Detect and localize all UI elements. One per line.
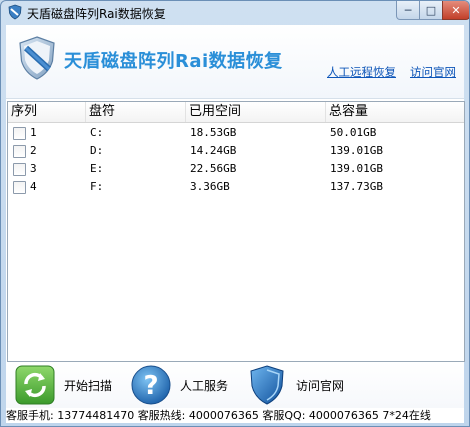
row-index: 4 — [30, 180, 37, 193]
manual-service-button[interactable]: ? 人工服务 — [130, 364, 242, 406]
row-used: 18.53GB — [190, 126, 237, 139]
status-bar: 客服手机: 13774481470 客服热线: 4000076365 客服QQ:… — [6, 409, 464, 423]
row-checkbox[interactable] — [13, 181, 26, 194]
row-used: 3.36GB — [190, 180, 230, 193]
column-header-index[interactable]: 序列 — [8, 102, 86, 122]
remote-recovery-link[interactable]: 人工远程恢复 — [327, 64, 396, 80]
row-index: 1 — [30, 126, 37, 139]
minimize-icon: ─ — [404, 3, 412, 17]
close-button[interactable]: ✕ — [442, 1, 469, 20]
row-index: 3 — [30, 162, 37, 175]
client-area: 天盾磁盘阵列Rai数据恢复 人工远程恢复 访问官网 序列 盘符 已用空间 总容量… — [6, 25, 465, 423]
support-hotline: 客服热线: 4000076365 — [137, 409, 259, 422]
start-scan-label: 开始扫描 — [64, 379, 113, 393]
row-checkbox[interactable] — [13, 145, 26, 158]
official-site-link[interactable]: 访问官网 — [410, 64, 456, 80]
column-header-used[interactable]: 已用空间 — [186, 102, 326, 122]
action-bar: 开始扫描 ? 人工服务 访问官网 — [6, 362, 464, 408]
list-header: 序列 盘符 已用空间 总容量 — [8, 102, 464, 123]
row-total: 139.01GB — [330, 162, 383, 175]
table-row[interactable]: 1 C: 18.53GB 50.01GB — [8, 124, 464, 142]
svg-text:?: ? — [143, 371, 158, 401]
title-bar[interactable]: 天盾磁盘阵列Rai数据恢复 ─ □ ✕ — [1, 1, 469, 25]
support-phone: 客服手机: 13774481470 — [6, 409, 135, 422]
row-drive: E: — [90, 162, 104, 175]
maximize-icon: □ — [425, 3, 437, 17]
question-icon: ? — [131, 365, 171, 405]
row-index: 2 — [30, 144, 37, 157]
manual-service-label: 人工服务 — [180, 379, 229, 393]
start-scan-button[interactable]: 开始扫描 — [14, 364, 126, 406]
table-row[interactable]: 2 D: 14.24GB 139.01GB — [8, 142, 464, 160]
row-used: 22.56GB — [190, 162, 237, 175]
row-total: 137.73GB — [330, 180, 383, 193]
app-header: 天盾磁盘阵列Rai数据恢复 人工远程恢复 访问官网 — [6, 25, 464, 99]
row-total: 139.01GB — [330, 144, 383, 157]
shield-icon — [250, 365, 284, 405]
window-title: 天盾磁盘阵列Rai数据恢复 — [27, 7, 166, 21]
table-row[interactable]: 4 F: 3.36GB 137.73GB — [8, 178, 464, 196]
shield-logo-icon — [19, 36, 55, 80]
row-drive: D: — [90, 144, 104, 157]
column-header-drive[interactable]: 盘符 — [86, 102, 186, 122]
app-window: 天盾磁盘阵列Rai数据恢复 ─ □ ✕ 天盾磁盘阵列Rai数据恢复 人工远程恢复… — [0, 0, 470, 427]
maximize-button[interactable]: □ — [419, 1, 443, 20]
column-header-total[interactable]: 总容量 — [326, 102, 464, 122]
visit-site-button[interactable]: 访问官网 — [246, 364, 358, 406]
row-total: 50.01GB — [330, 126, 377, 139]
minimize-button[interactable]: ─ — [396, 1, 420, 20]
table-row[interactable]: 3 E: 22.56GB 139.01GB — [8, 160, 464, 178]
disk-list: 序列 盘符 已用空间 总容量 1 C: 18.53GB 50.01GB 2 D:… — [7, 101, 465, 362]
row-used: 14.24GB — [190, 144, 237, 157]
app-title: 天盾磁盘阵列Rai数据恢复 — [64, 51, 283, 72]
close-icon: ✕ — [451, 3, 461, 17]
row-checkbox[interactable] — [13, 127, 26, 140]
app-shield-icon — [8, 4, 22, 20]
refresh-icon — [15, 365, 55, 405]
support-qq: 客服QQ: 4000076365 7*24在线 — [262, 409, 431, 422]
visit-site-label: 访问官网 — [296, 379, 345, 393]
row-checkbox[interactable] — [13, 163, 26, 176]
row-drive: C: — [90, 126, 104, 139]
row-drive: F: — [90, 180, 104, 193]
